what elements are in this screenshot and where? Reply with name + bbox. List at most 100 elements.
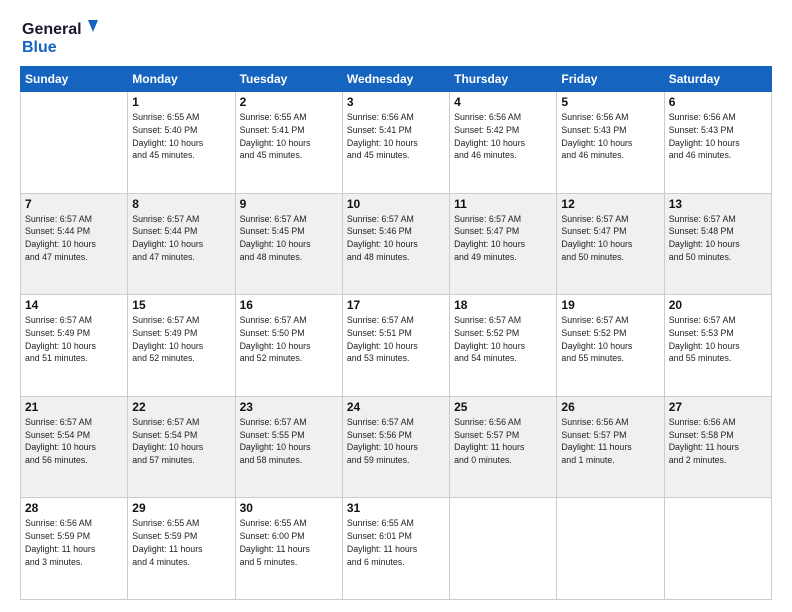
cell-date: 30: [240, 501, 338, 515]
cell-date: 1: [132, 95, 230, 109]
cell-info: Sunrise: 6:57 AM Sunset: 5:44 PM Dayligh…: [25, 213, 123, 264]
cell-date: 12: [561, 197, 659, 211]
calendar-table: SundayMondayTuesdayWednesdayThursdayFrid…: [20, 66, 772, 600]
calendar-cell: 27 Sunrise: 6:56 AM Sunset: 5:58 PM Dayli…: [664, 396, 771, 498]
cell-date: 23: [240, 400, 338, 414]
calendar-cell: 23 Sunrise: 6:57 AM Sunset: 5:55 PM Dayli…: [235, 396, 342, 498]
cell-info: Sunrise: 6:57 AM Sunset: 5:47 PM Dayligh…: [561, 213, 659, 264]
cell-date: 16: [240, 298, 338, 312]
weekday-header-saturday: Saturday: [664, 67, 771, 92]
cell-info: Sunrise: 6:56 AM Sunset: 5:57 PM Dayligh…: [561, 416, 659, 467]
calendar-cell: 25 Sunrise: 6:56 AM Sunset: 5:57 PM Dayli…: [450, 396, 557, 498]
calendar-cell: 16 Sunrise: 6:57 AM Sunset: 5:50 PM Dayli…: [235, 295, 342, 397]
weekday-header-sunday: Sunday: [21, 67, 128, 92]
calendar-cell: 15 Sunrise: 6:57 AM Sunset: 5:49 PM Dayli…: [128, 295, 235, 397]
cell-info: Sunrise: 6:57 AM Sunset: 5:51 PM Dayligh…: [347, 314, 445, 365]
calendar-cell: 8 Sunrise: 6:57 AM Sunset: 5:44 PM Daylig…: [128, 193, 235, 295]
cell-date: 17: [347, 298, 445, 312]
cell-date: 24: [347, 400, 445, 414]
logo: GeneralBlue: [20, 16, 100, 56]
logo-icon: GeneralBlue: [20, 16, 100, 56]
cell-date: 14: [25, 298, 123, 312]
cell-date: 19: [561, 298, 659, 312]
calendar-cell: 7 Sunrise: 6:57 AM Sunset: 5:44 PM Daylig…: [21, 193, 128, 295]
cell-date: 10: [347, 197, 445, 211]
cell-date: 15: [132, 298, 230, 312]
cell-info: Sunrise: 6:57 AM Sunset: 5:50 PM Dayligh…: [240, 314, 338, 365]
cell-date: 21: [25, 400, 123, 414]
cell-info: Sunrise: 6:57 AM Sunset: 5:45 PM Dayligh…: [240, 213, 338, 264]
cell-date: 26: [561, 400, 659, 414]
cell-info: Sunrise: 6:57 AM Sunset: 5:47 PM Dayligh…: [454, 213, 552, 264]
calendar-cell: 21 Sunrise: 6:57 AM Sunset: 5:54 PM Dayli…: [21, 396, 128, 498]
cell-info: Sunrise: 6:56 AM Sunset: 5:59 PM Dayligh…: [25, 517, 123, 568]
calendar-cell: 1 Sunrise: 6:55 AM Sunset: 5:40 PM Daylig…: [128, 92, 235, 194]
calendar-cell: [664, 498, 771, 600]
calendar-cell: 20 Sunrise: 6:57 AM Sunset: 5:53 PM Dayli…: [664, 295, 771, 397]
calendar-row: 14 Sunrise: 6:57 AM Sunset: 5:49 PM Dayli…: [21, 295, 772, 397]
calendar-cell: 10 Sunrise: 6:57 AM Sunset: 5:46 PM Dayli…: [342, 193, 449, 295]
calendar-cell: 2 Sunrise: 6:55 AM Sunset: 5:41 PM Daylig…: [235, 92, 342, 194]
cell-info: Sunrise: 6:57 AM Sunset: 5:54 PM Dayligh…: [132, 416, 230, 467]
calendar-cell: 13Sunrise: 6:57 AM Sunset: 5:48 PM Dayli…: [664, 193, 771, 295]
cell-info: Sunrise: 6:56 AM Sunset: 5:43 PM Dayligh…: [669, 111, 767, 162]
cell-info: Sunrise: 6:55 AM Sunset: 5:41 PM Dayligh…: [240, 111, 338, 162]
cell-info: Sunrise: 6:55 AM Sunset: 6:00 PM Dayligh…: [240, 517, 338, 568]
calendar-row: 28Sunrise: 6:56 AM Sunset: 5:59 PM Dayli…: [21, 498, 772, 600]
cell-info: Sunrise: 6:57 AM Sunset: 5:56 PM Dayligh…: [347, 416, 445, 467]
calendar-cell: 18Sunrise: 6:57 AM Sunset: 5:52 PM Dayli…: [450, 295, 557, 397]
cell-info: Sunrise: 6:57 AM Sunset: 5:49 PM Dayligh…: [132, 314, 230, 365]
cell-date: 6: [669, 95, 767, 109]
cell-info: Sunrise: 6:57 AM Sunset: 5:46 PM Dayligh…: [347, 213, 445, 264]
calendar-cell: 22 Sunrise: 6:57 AM Sunset: 5:54 PM Dayli…: [128, 396, 235, 498]
cell-date: 13: [669, 197, 767, 211]
cell-date: 5: [561, 95, 659, 109]
weekday-header-tuesday: Tuesday: [235, 67, 342, 92]
calendar-row: 1 Sunrise: 6:55 AM Sunset: 5:40 PM Daylig…: [21, 92, 772, 194]
calendar-cell: 4 Sunrise: 6:56 AM Sunset: 5:42 PM Daylig…: [450, 92, 557, 194]
cell-date: 8: [132, 197, 230, 211]
calendar-cell: 19Sunrise: 6:57 AM Sunset: 5:52 PM Dayli…: [557, 295, 664, 397]
calendar-cell: 28Sunrise: 6:56 AM Sunset: 5:59 PM Dayli…: [21, 498, 128, 600]
cell-info: Sunrise: 6:57 AM Sunset: 5:52 PM Dayligh…: [454, 314, 552, 365]
calendar-cell: 11 Sunrise: 6:57 AM Sunset: 5:47 PM Dayli…: [450, 193, 557, 295]
weekday-header-wednesday: Wednesday: [342, 67, 449, 92]
cell-info: Sunrise: 6:57 AM Sunset: 5:44 PM Dayligh…: [132, 213, 230, 264]
calendar-cell: 6 Sunrise: 6:56 AM Sunset: 5:43 PM Daylig…: [664, 92, 771, 194]
cell-info: Sunrise: 6:55 AM Sunset: 5:59 PM Dayligh…: [132, 517, 230, 568]
header: GeneralBlue: [20, 16, 772, 56]
weekday-header-friday: Friday: [557, 67, 664, 92]
cell-info: Sunrise: 6:56 AM Sunset: 5:57 PM Dayligh…: [454, 416, 552, 467]
cell-info: Sunrise: 6:57 AM Sunset: 5:53 PM Dayligh…: [669, 314, 767, 365]
cell-date: 22: [132, 400, 230, 414]
cell-info: Sunrise: 6:57 AM Sunset: 5:49 PM Dayligh…: [25, 314, 123, 365]
calendar-cell: [450, 498, 557, 600]
cell-date: 3: [347, 95, 445, 109]
cell-date: 20: [669, 298, 767, 312]
cell-date: 9: [240, 197, 338, 211]
cell-date: 31: [347, 501, 445, 515]
cell-date: 27: [669, 400, 767, 414]
cell-info: Sunrise: 6:55 AM Sunset: 5:40 PM Dayligh…: [132, 111, 230, 162]
cell-date: 2: [240, 95, 338, 109]
calendar-cell: [557, 498, 664, 600]
cell-date: 11: [454, 197, 552, 211]
cell-date: 4: [454, 95, 552, 109]
calendar-cell: [21, 92, 128, 194]
page: GeneralBlue SundayMondayTuesdayWednesday…: [0, 0, 792, 612]
cell-date: 25: [454, 400, 552, 414]
cell-info: Sunrise: 6:57 AM Sunset: 5:54 PM Dayligh…: [25, 416, 123, 467]
calendar-cell: 9 Sunrise: 6:57 AM Sunset: 5:45 PM Daylig…: [235, 193, 342, 295]
calendar-cell: 29Sunrise: 6:55 AM Sunset: 5:59 PM Dayli…: [128, 498, 235, 600]
cell-date: 7: [25, 197, 123, 211]
cell-info: Sunrise: 6:56 AM Sunset: 5:58 PM Dayligh…: [669, 416, 767, 467]
calendar-cell: 5Sunrise: 6:56 AM Sunset: 5:43 PM Daylig…: [557, 92, 664, 194]
cell-info: Sunrise: 6:57 AM Sunset: 5:55 PM Dayligh…: [240, 416, 338, 467]
calendar-cell: 12 Sunrise: 6:57 AM Sunset: 5:47 PM Dayli…: [557, 193, 664, 295]
weekday-header-row: SundayMondayTuesdayWednesdayThursdayFrid…: [21, 67, 772, 92]
calendar-cell: 24 Sunrise: 6:57 AM Sunset: 5:56 PM Dayli…: [342, 396, 449, 498]
cell-info: Sunrise: 6:56 AM Sunset: 5:42 PM Dayligh…: [454, 111, 552, 162]
calendar-cell: 14 Sunrise: 6:57 AM Sunset: 5:49 PM Dayli…: [21, 295, 128, 397]
weekday-header-monday: Monday: [128, 67, 235, 92]
calendar-cell: 17 Sunrise: 6:57 AM Sunset: 5:51 PM Dayli…: [342, 295, 449, 397]
